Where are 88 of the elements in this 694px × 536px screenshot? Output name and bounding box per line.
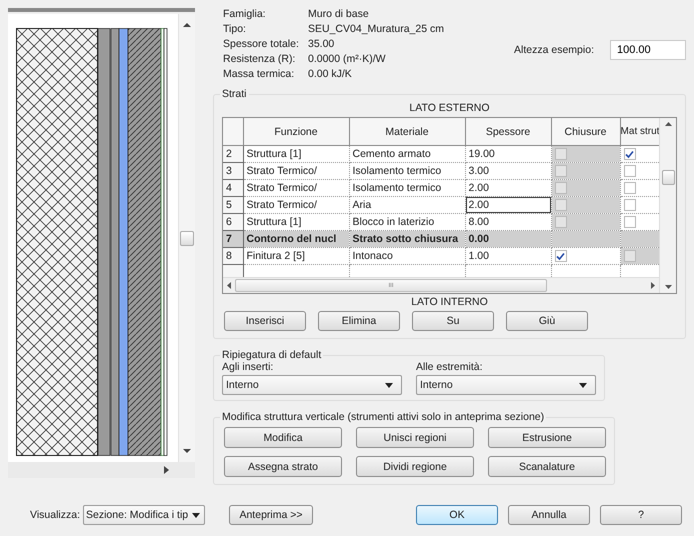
scroll-up-icon[interactable] <box>664 122 672 126</box>
row-number: 4 <box>226 182 232 194</box>
view-label: Visualizza: <box>30 509 80 521</box>
checkbox[interactable] <box>624 148 636 160</box>
dialog-button[interactable]: ? <box>600 505 682 525</box>
vertical-scrollbar[interactable] <box>178 14 195 462</box>
row-number: 2 <box>226 148 232 160</box>
selected-cell: 2.00 <box>466 198 550 212</box>
scroll-down-icon[interactable] <box>664 285 672 289</box>
exterior-side-label: LATO ESTERNO <box>408 101 491 116</box>
table-cell: Contorno del nucl <box>246 233 336 245</box>
checkbox[interactable] <box>624 199 636 212</box>
row-number: 3 <box>226 165 232 177</box>
horizontal-scrollbar[interactable] <box>8 462 195 478</box>
field-label: Agli inserti: <box>222 361 274 373</box>
table-vertical-scrollbar[interactable] <box>659 118 676 293</box>
property-value: 35.00 <box>308 38 334 50</box>
table-cell: Struttura [1] <box>246 216 302 228</box>
table-cell: 1.00 <box>468 250 489 262</box>
group-title: Strati <box>221 88 248 100</box>
structure-button[interactable]: Assegna strato <box>224 456 342 477</box>
dropdown-arrow-icon <box>385 382 393 388</box>
table-cell: Strato sotto chiusura <box>352 233 458 245</box>
table-cell: 19.00 <box>468 148 495 160</box>
scroll-left-icon[interactable] <box>227 282 231 289</box>
property-label: Massa termica: <box>223 68 296 80</box>
table-cell: Isolamento termico <box>352 165 442 177</box>
scroll-right-icon[interactable] <box>164 466 169 474</box>
table-cell: Strato Termico/ <box>246 199 317 211</box>
property-value: 0.0000 (m²·K)/W <box>308 53 386 65</box>
checkbox[interactable] <box>624 216 636 228</box>
property-label: Famiglia: <box>223 8 267 20</box>
sample-height-field[interactable]: 100.00 <box>610 40 686 60</box>
dialog-button[interactable]: Annulla <box>508 505 590 525</box>
checkbox[interactable] <box>624 165 636 178</box>
sample-height-label: Altezza esempio: <box>514 44 594 56</box>
table-cell: 2.00 <box>468 182 489 194</box>
table-cell: Strato Termico/ <box>246 182 317 194</box>
table-cell: 0.00 <box>468 233 489 245</box>
table-cell: Struttura [1] <box>246 148 302 160</box>
group-title: Modifica struttura verticale (strumenti attivi solo in anteprima sezione) <box>221 411 546 423</box>
row-number: 6 <box>226 216 232 228</box>
table-cell: Strato Termico/ <box>246 165 317 177</box>
column-header[interactable]: Funzione <box>274 126 318 138</box>
table-cell: 8.00 <box>468 216 489 228</box>
dropdown-arrow-icon <box>192 512 200 518</box>
row-number: 8 <box>226 250 232 262</box>
scroll-thumb[interactable] <box>180 230 194 246</box>
layer-button[interactable]: Su <box>412 311 494 331</box>
property-label: Spessore totale: <box>223 38 300 50</box>
layer-button[interactable]: Elimina <box>318 311 400 331</box>
table-cell: Aria <box>352 199 372 211</box>
table-cell: Blocco in laterizio <box>352 216 434 228</box>
scroll-up-icon[interactable] <box>183 22 191 28</box>
structure-button[interactable]: Scanalature <box>488 456 606 477</box>
layer-button[interactable]: Inserisci <box>224 311 306 331</box>
row-number: 7 <box>226 233 232 245</box>
table-cell: Finitura 2 [5] <box>246 250 305 262</box>
interior-side-label: LATO INTERNO <box>410 295 489 310</box>
structure-button[interactable]: Unisci regioni <box>356 427 474 448</box>
layer-button[interactable]: Giù <box>506 311 588 331</box>
preview-button[interactable]: Anteprima >> <box>229 505 313 525</box>
table-cell: Intonaco <box>352 250 393 262</box>
row-number: 5 <box>226 199 232 211</box>
checkbox[interactable] <box>624 182 636 194</box>
structure-button[interactable]: Dividi regione <box>356 456 474 477</box>
scroll-down-icon[interactable] <box>183 448 191 454</box>
table-cell: Isolamento termico <box>352 182 442 194</box>
property-value: 0.00 kJ/K <box>308 68 352 80</box>
structure-button[interactable]: Modifica <box>224 427 342 448</box>
property-value: SEU_CV04_Muratura_25 cm <box>308 23 444 35</box>
scroll-thumb[interactable] <box>662 170 674 185</box>
structure-button[interactable]: Estrusione <box>488 427 606 448</box>
dialog-button[interactable]: OK <box>416 505 498 525</box>
scroll-right-icon[interactable] <box>651 282 655 289</box>
checkbox[interactable] <box>554 250 566 262</box>
table-cell: 3.00 <box>468 165 489 177</box>
dropdown[interactable]: Interno <box>222 375 402 395</box>
dropdown-arrow-icon <box>579 382 587 388</box>
view-dropdown[interactable]: Sezione: Modifica i tip <box>83 505 205 525</box>
column-header[interactable]: Materiale <box>385 126 429 138</box>
property-label: Resistenza (R): <box>223 53 296 65</box>
property-label: Tipo: <box>223 23 247 35</box>
dropdown[interactable]: Interno <box>416 375 596 395</box>
group-title: Ripiegatura di default <box>221 349 322 361</box>
table-cell: Cemento armato <box>352 148 431 160</box>
field-label: Alle estremità: <box>416 361 484 373</box>
property-value: Muro di base <box>308 8 369 20</box>
